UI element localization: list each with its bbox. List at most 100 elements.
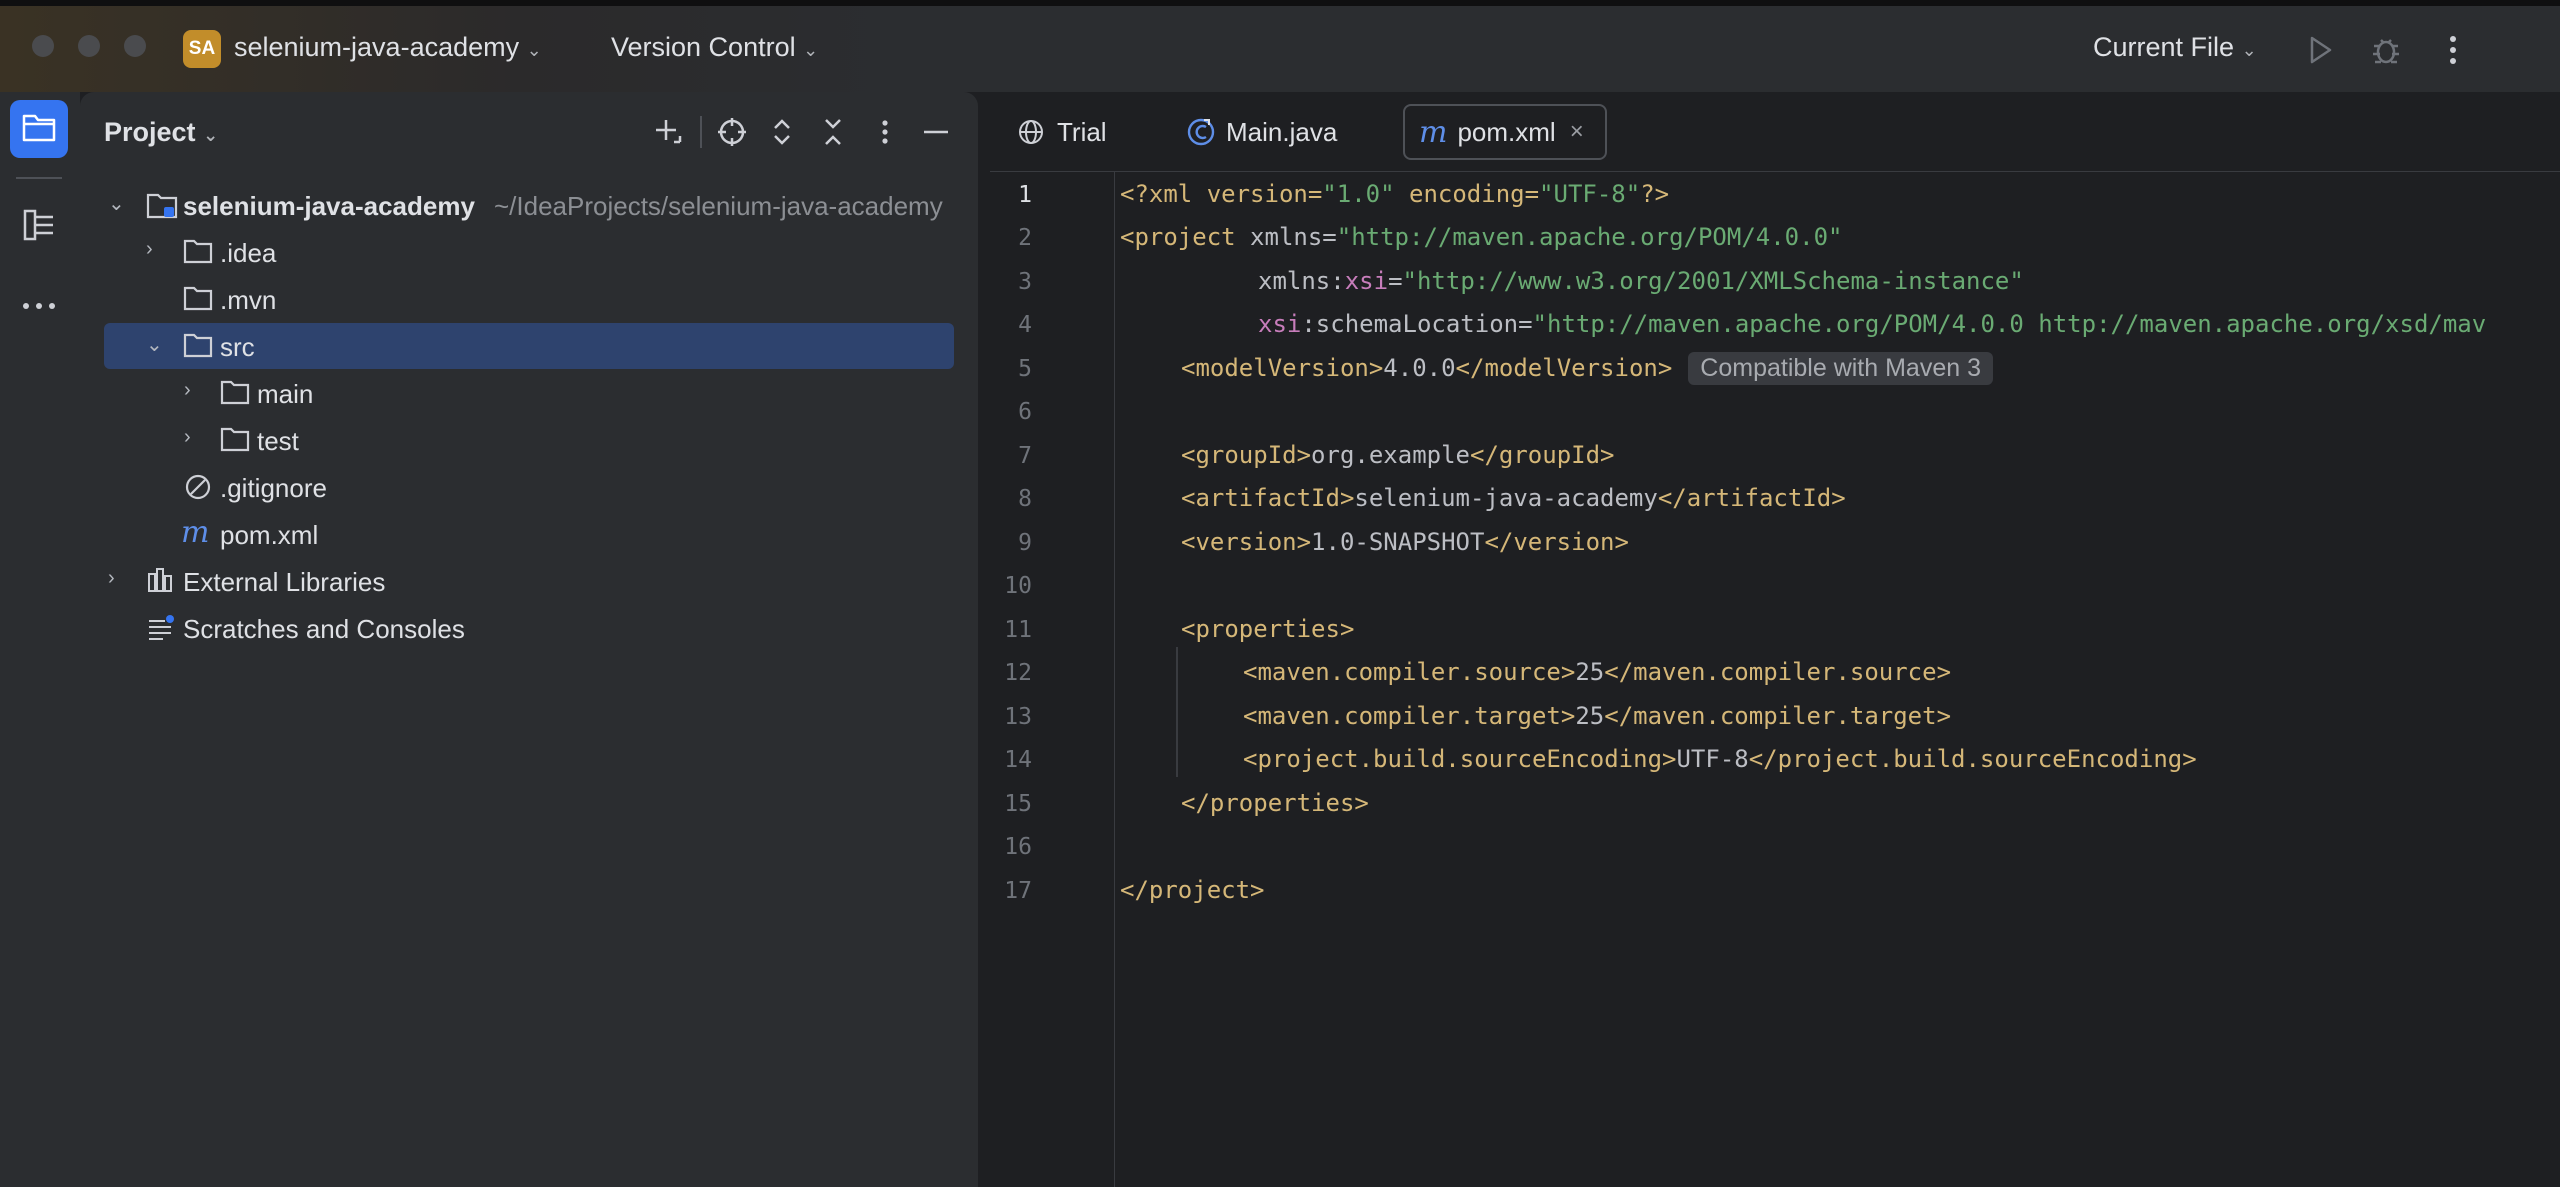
- tree-item-test[interactable]: › test: [80, 417, 978, 464]
- code-line-15[interactable]: </properties>: [1181, 789, 1369, 817]
- code-line-4[interactable]: xsi:schemaLocation="http://maven.apache.…: [1258, 310, 2486, 338]
- line-number: 17: [1004, 878, 1032, 904]
- add-icon[interactable]: [648, 112, 688, 152]
- tag: <maven.compiler.target>: [1243, 702, 1576, 730]
- run-config-label: Current File: [2093, 32, 2235, 62]
- debug-icon[interactable]: [2368, 32, 2404, 68]
- xml-decl-end: ?>: [1640, 180, 1670, 208]
- code-line-1[interactable]: <?xml version="1.0" encoding="UTF-8"?>: [1120, 180, 1669, 208]
- tree-item-label: selenium-java-academy: [183, 191, 475, 221]
- tree-item-label: src: [220, 332, 255, 362]
- project-switcher[interactable]: selenium-java-academy ⌄: [234, 32, 542, 63]
- tree-item-pom[interactable]: m pom.xml: [80, 511, 978, 558]
- chevron-down-icon[interactable]: ⌄: [146, 332, 163, 357]
- chevron-right-icon[interactable]: ›: [184, 426, 191, 449]
- tag: </maven.compiler.source>: [1604, 658, 1952, 686]
- tree-item-label: .idea: [220, 238, 277, 268]
- globe-icon: [1017, 118, 1045, 146]
- tree-item-label: pom.xml: [220, 520, 319, 550]
- project-name: selenium-java-academy: [234, 32, 520, 62]
- ignore-file-icon: [183, 472, 213, 507]
- inlay-hint: Compatible with Maven 3: [1688, 352, 1993, 385]
- project-badge[interactable]: SA: [183, 30, 221, 68]
- line-number: 11: [1004, 617, 1032, 643]
- code-line-2[interactable]: <project xmlns="http://maven.apache.org/…: [1120, 223, 1842, 251]
- tree-item-mvn[interactable]: .mvn: [80, 276, 978, 323]
- code-line-7[interactable]: <groupId>org.example</groupId>: [1181, 441, 1615, 469]
- tag: <version>: [1181, 528, 1312, 556]
- folder-icon: [183, 331, 213, 364]
- run-icon[interactable]: [2302, 32, 2338, 68]
- window-minimize-button[interactable]: [78, 35, 100, 57]
- attr-value: "1.0": [1322, 180, 1395, 208]
- vcs-label: Version Control: [611, 32, 796, 62]
- chevron-down-icon: ⌄: [2241, 40, 2257, 60]
- folder-icon: [183, 237, 213, 270]
- tree-item-external-libraries[interactable]: › External Libraries: [80, 558, 978, 605]
- folder-icon: [220, 378, 250, 411]
- tree-item-scratches[interactable]: Scratches and Consoles: [80, 605, 978, 652]
- more-tools-button[interactable]: [10, 278, 68, 336]
- line-number: 8: [1018, 486, 1032, 512]
- window-zoom-button[interactable]: [124, 35, 146, 57]
- namespace: xsi: [1258, 310, 1302, 338]
- line-number: 9: [1018, 530, 1032, 556]
- collapse-all-icon[interactable]: [813, 112, 853, 152]
- code-line-12[interactable]: <maven.compiler.source>25</maven.compile…: [1243, 658, 1951, 686]
- line-number: 3: [1018, 269, 1032, 295]
- chevron-right-icon[interactable]: ›: [108, 567, 115, 590]
- line-number: 7: [1018, 443, 1032, 469]
- locate-icon[interactable]: [712, 112, 752, 152]
- code-line-11[interactable]: <properties>: [1181, 615, 1354, 643]
- chevron-right-icon[interactable]: ›: [146, 238, 153, 261]
- options-icon[interactable]: [865, 112, 905, 152]
- code-line-13[interactable]: <maven.compiler.target>25</maven.compile…: [1243, 702, 1951, 730]
- tree-item-label: main: [257, 379, 314, 409]
- project-panel-title[interactable]: Project ⌄: [104, 117, 218, 148]
- indent-guide: [1176, 647, 1178, 777]
- library-icon: [146, 566, 176, 599]
- tag: </maven.compiler.target>: [1604, 702, 1952, 730]
- tree-item-gitignore[interactable]: .gitignore: [80, 464, 978, 511]
- tool-window-strip: [0, 92, 80, 1187]
- hide-icon[interactable]: [916, 112, 956, 152]
- vcs-menu[interactable]: Version Control ⌄: [611, 32, 818, 63]
- code-line-5[interactable]: <modelVersion>4.0.0</modelVersion> Compat…: [1181, 352, 1993, 385]
- tab-trial[interactable]: Trial: [1017, 104, 1107, 160]
- structure-tool-button[interactable]: [10, 198, 68, 256]
- tab-main-java[interactable]: Main.java: [1186, 104, 1337, 160]
- window-close-button[interactable]: [32, 35, 54, 57]
- code-line-9[interactable]: <version>1.0-SNAPSHOT</version>: [1181, 528, 1629, 556]
- tree-item-idea[interactable]: › .idea: [80, 229, 978, 276]
- code-line-8[interactable]: <artifactId>selenium-java-academy</artif…: [1181, 484, 1846, 512]
- tag: <project.build.sourceEncoding>: [1243, 745, 1677, 773]
- tree-item-root[interactable]: ⌄ selenium-java-academy ~/IdeaProjects/s…: [80, 182, 978, 229]
- project-tool-button[interactable]: [10, 100, 68, 158]
- maven-icon: m: [1419, 114, 1448, 150]
- line-number: 14: [1004, 747, 1032, 773]
- tree-item-src[interactable]: ⌄ src: [80, 323, 978, 370]
- chevron-right-icon[interactable]: ›: [184, 379, 191, 402]
- tree-item-label: .mvn: [220, 285, 277, 315]
- text: 25: [1575, 658, 1605, 686]
- code-line-14[interactable]: <project.build.sourceEncoding>UTF-8</pro…: [1243, 745, 2197, 773]
- chevron-down-icon[interactable]: ⌄: [108, 191, 125, 216]
- attr-value: "http://maven.apache.org/POM/4.0.0": [1336, 223, 1843, 251]
- tree-item-main[interactable]: › main: [80, 370, 978, 417]
- code-line-3[interactable]: xmlns:xsi="http://www.w3.org/2001/XMLSch…: [1258, 267, 2024, 295]
- xml-decl: <?xml version=: [1120, 180, 1323, 208]
- attr-value: "UTF-8": [1539, 180, 1641, 208]
- code-line-17[interactable]: </project>: [1120, 876, 1265, 904]
- folder-icon: [183, 284, 213, 317]
- run-config-selector[interactable]: Current File ⌄: [2093, 32, 2257, 63]
- line-number: 16: [1004, 834, 1032, 860]
- expand-all-icon[interactable]: [762, 112, 802, 152]
- structure-icon: [22, 208, 56, 247]
- main-menu-icon[interactable]: [2438, 30, 2468, 70]
- tag: </version>: [1484, 528, 1629, 556]
- module-folder-icon: [146, 190, 178, 225]
- tab-label: Trial: [1057, 116, 1107, 147]
- attr-name: xmlns=: [1235, 223, 1337, 251]
- tab-pom-xml[interactable]: m pom.xml ×: [1403, 104, 1607, 160]
- close-icon[interactable]: ×: [1570, 118, 1584, 146]
